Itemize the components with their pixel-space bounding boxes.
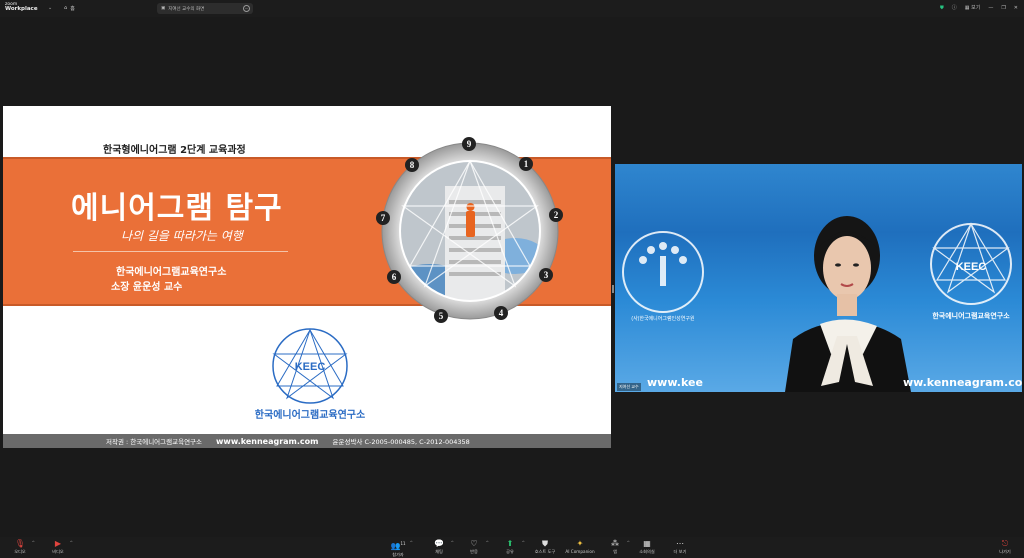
- divider: [73, 251, 288, 252]
- svg-text:KEEC: KEEC: [295, 361, 326, 373]
- chevron-up-icon[interactable]: ^: [451, 540, 454, 545]
- chevron-up-icon[interactable]: ^: [32, 540, 35, 545]
- more-button[interactable]: ⋯ 더 보기: [665, 539, 695, 555]
- camera-off-icon: ▶: [54, 539, 62, 548]
- view-button[interactable]: ▦ 보기: [965, 4, 981, 11]
- enneagram-number-9: 9: [467, 139, 472, 149]
- enneagram-number-2: 2: [554, 210, 559, 220]
- video-button[interactable]: ▶ 비디오 ^: [43, 539, 73, 555]
- ai-companion-button[interactable]: ✦ AI Companion: [565, 539, 595, 555]
- leave-button[interactable]: ⎋ 나가기: [990, 539, 1020, 555]
- video-logo-text: KEEC: [956, 261, 987, 273]
- breakout-rooms-button[interactable]: ▦ 소회의실: [632, 539, 662, 555]
- grid-icon: ▦: [643, 539, 651, 548]
- chevron-up-icon[interactable]: ^: [522, 540, 525, 545]
- close-icon[interactable]: ✕: [1014, 5, 1018, 11]
- presenter-figure: [785, 216, 911, 392]
- slide-course-title: 한국형에니어그램 2단계 교육과정: [103, 145, 246, 156]
- react-button[interactable]: ♡ 반응 ^: [459, 539, 489, 555]
- enneagram-number-5: 5: [439, 311, 444, 321]
- meeting-toolbar: 🎙 오디오 ^ ▶ 비디오 ^ 👥11 참가자 ^ 💬 채팅 ^ ♡ 반응 ^ …: [0, 537, 1024, 558]
- split-view-handle[interactable]: [612, 285, 614, 293]
- enneagram-number-7: 7: [381, 213, 386, 223]
- sparkle-icon: ✦: [576, 539, 584, 548]
- more-icon: ⋯: [676, 539, 684, 548]
- slide-subtitle: 나의 길을 따라가는 여행: [121, 229, 243, 243]
- title-bar: zoom Workplace ⌄ ⌂ 홈 ▣ 지여선 교수의 화면 ··· ⛊ …: [0, 0, 1024, 17]
- video-url-left: www.kee: [647, 376, 703, 389]
- shared-screen[interactable]: 한국형에니어그램 2단계 교육과정 에니어그램 탐구 나의 길을 따라가는 여행…: [3, 106, 611, 448]
- share-screen-icon: ⬆: [506, 539, 514, 548]
- mic-muted-icon: 🎙: [14, 539, 26, 548]
- apps-icon: ⁂: [611, 539, 619, 548]
- keec-logo: KEEC 한국에니어그램교육연구소: [255, 328, 365, 421]
- heart-icon: ♡: [470, 539, 478, 548]
- video-url-right: ww.kenneagram.com: [903, 376, 1022, 389]
- slide-presenter: 소장 윤운성 교수: [111, 282, 183, 293]
- enneagram-number-8: 8: [410, 160, 415, 170]
- video-background-art: KEEC (사)한국에니어그램인성연구원 한국에니어그램교육연구소: [622, 216, 1012, 392]
- audio-button[interactable]: 🎙 오디오 ^: [5, 539, 35, 555]
- slide-main-title: 에니어그램 탐구: [71, 191, 283, 226]
- chevron-up-icon[interactable]: ^: [410, 540, 413, 545]
- chat-button[interactable]: 💬 채팅 ^: [424, 539, 454, 555]
- enneagram-number-1: 1: [524, 159, 529, 169]
- participant-name-tag: 지여선 교수: [617, 383, 641, 391]
- chat-icon: 💬: [434, 539, 444, 548]
- logo-ring-text: 한국에니어그램교육연구소: [255, 408, 365, 421]
- shield-icon: ⛊: [542, 539, 548, 548]
- chevron-down-icon[interactable]: ⌄: [48, 5, 52, 11]
- screen-share-icon: ▣: [161, 6, 166, 11]
- participants-button[interactable]: 👥11 참가자 ^: [383, 539, 413, 558]
- participants-icon: 👥11: [390, 541, 406, 551]
- minimize-icon[interactable]: —: [988, 5, 993, 11]
- security-shield-icon[interactable]: ⛊: [940, 5, 944, 11]
- slide-institute: 한국에니어그램교육연구소: [116, 267, 227, 278]
- enneagram-figure: 9 1 2 3 4 5 6 7 8: [376, 137, 563, 323]
- slide-footer: 저작권 : 한국에니어그램교육연구소 www.kenneagram.com 윤운…: [3, 434, 611, 448]
- video-ring-text-right: 한국에니어그램교육연구소: [932, 311, 1010, 320]
- enneagram-number-4: 4: [499, 308, 504, 318]
- chevron-up-icon[interactable]: ^: [70, 540, 73, 545]
- restore-icon[interactable]: ❐: [1001, 5, 1005, 11]
- share-button[interactable]: ⬆ 공유 ^: [495, 539, 525, 555]
- info-icon[interactable]: ⓘ: [952, 4, 957, 11]
- enneagram-number-6: 6: [392, 272, 397, 282]
- participant-video[interactable]: KEEC (사)한국에니어그램인성연구원 한국에니어그램교육연구소 www.ke…: [615, 164, 1022, 392]
- chevron-up-icon[interactable]: ^: [486, 540, 489, 545]
- home-button[interactable]: ⌂ 홈: [64, 5, 75, 12]
- apps-button[interactable]: ⁂ 앱 ^: [600, 539, 630, 555]
- grid-icon: ▦: [964, 5, 970, 11]
- leave-door-icon: ⎋: [1001, 539, 1009, 548]
- meeting-title-field[interactable]: ▣ 지여선 교수의 화면 ···: [157, 3, 253, 14]
- host-tools-button[interactable]: ⛊ 호스트 도구: [530, 539, 560, 555]
- zoom-meeting-window: zoom Workplace ⌄ ⌂ 홈 ▣ 지여선 교수의 화면 ··· ⛊ …: [0, 0, 1024, 558]
- video-ring-text-left: (사)한국에니어그램인성연구원: [631, 315, 695, 322]
- window-controls: ⛊ ⓘ ▦ 보기 — ❐ ✕: [940, 4, 1018, 12]
- zoom-logo[interactable]: zoom Workplace: [5, 2, 38, 12]
- more-options-icon[interactable]: ···: [243, 5, 250, 12]
- enneagram-number-3: 3: [544, 270, 549, 280]
- chevron-up-icon[interactable]: ^: [627, 540, 630, 545]
- home-icon: ⌂: [64, 5, 68, 11]
